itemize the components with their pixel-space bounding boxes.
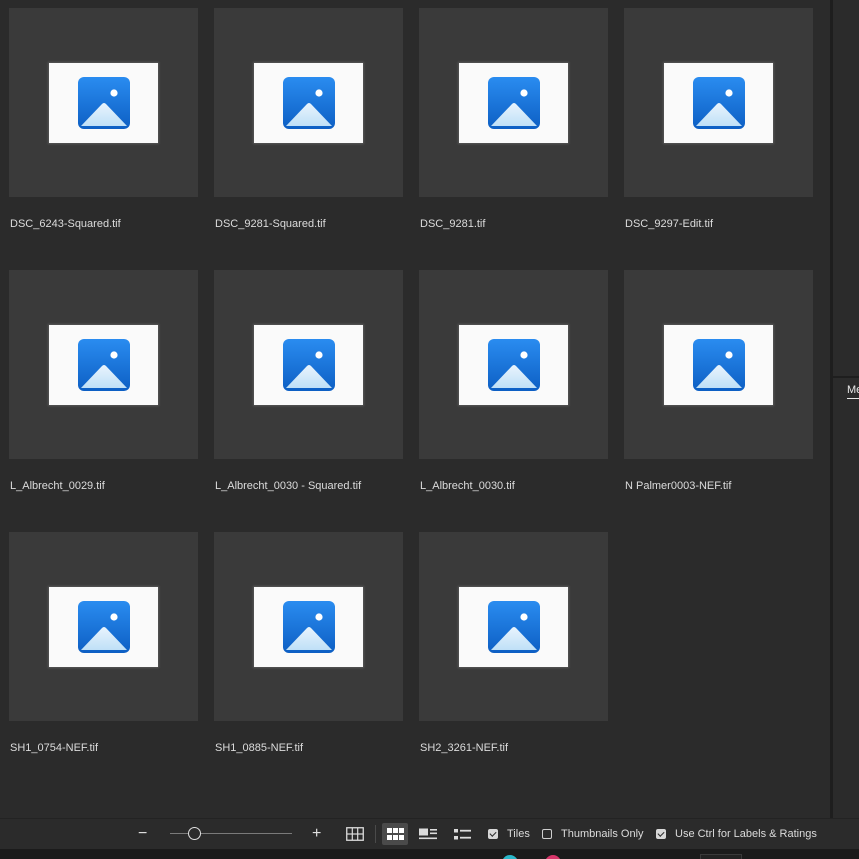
taskbar-app-icon[interactable] bbox=[502, 855, 518, 859]
file-name: L_Albrecht_0029.tif bbox=[10, 480, 105, 492]
file-name: SH2_3261-NEF.tif bbox=[420, 742, 509, 754]
details-view-icon bbox=[419, 828, 437, 840]
image-placeholder-icon bbox=[282, 600, 335, 653]
thumbnail-preview bbox=[459, 324, 568, 405]
thumbnails-only-checkbox-label: Thumbnails Only bbox=[561, 828, 644, 840]
file-thumbnail[interactable] bbox=[624, 8, 813, 197]
image-placeholder-icon bbox=[77, 600, 130, 653]
ctrl-labels-checkbox-box[interactable] bbox=[656, 829, 666, 839]
file-tile[interactable]: DSC_9281.tif bbox=[419, 8, 608, 270]
file-name: DSC_6243-Squared.tif bbox=[10, 218, 121, 230]
grid-view-button[interactable] bbox=[342, 823, 368, 845]
image-placeholder-icon bbox=[487, 76, 540, 129]
zoom-slider-thumb[interactable] bbox=[188, 827, 202, 840]
side-panel-tab[interactable]: Me bbox=[847, 384, 859, 396]
file-thumbnail[interactable] bbox=[624, 270, 813, 459]
file-thumbnail[interactable] bbox=[214, 8, 403, 197]
file-thumbnail[interactable] bbox=[214, 532, 403, 721]
file-thumbnail[interactable] bbox=[419, 270, 608, 459]
side-panel-separator[interactable] bbox=[833, 376, 859, 378]
file-tile[interactable]: SH1_0754-NEF.tif bbox=[9, 532, 198, 794]
file-tile[interactable]: DSC_9281-Squared.tif bbox=[214, 8, 403, 270]
taskbar-strip bbox=[0, 849, 859, 859]
thumbnail-preview bbox=[49, 324, 158, 405]
thumbnail-preview bbox=[664, 62, 773, 143]
file-tile[interactable]: L_Albrecht_0030.tif bbox=[419, 270, 608, 532]
image-placeholder-icon bbox=[282, 338, 335, 391]
file-thumbnail[interactable] bbox=[214, 270, 403, 459]
image-placeholder-icon bbox=[487, 600, 540, 653]
file-tile[interactable]: DSC_6243-Squared.tif bbox=[9, 8, 198, 270]
zoom-out-button[interactable]: − bbox=[138, 819, 147, 849]
tiles-view-button[interactable] bbox=[382, 823, 408, 845]
tiles-checkbox-label: Tiles bbox=[507, 828, 530, 840]
zoom-in-label: + bbox=[312, 825, 322, 842]
file-tile[interactable]: SH1_0885-NEF.tif bbox=[214, 532, 403, 794]
file-tile[interactable]: L_Albrecht_0030 - Squared.tif bbox=[214, 270, 403, 532]
file-thumbnail[interactable] bbox=[419, 8, 608, 197]
details-view-button[interactable] bbox=[415, 823, 441, 845]
file-name: SH1_0754-NEF.tif bbox=[10, 742, 99, 754]
tiles-checkbox[interactable]: Tiles bbox=[488, 819, 530, 849]
thumbnail-grid: DSC_6243-Squared.tif DSC_9281-Squared.tif… bbox=[9, 8, 813, 794]
file-thumbnail[interactable] bbox=[9, 532, 198, 721]
toolbar-separator bbox=[375, 825, 376, 843]
ctrl-labels-checkbox[interactable]: Use Ctrl for Labels & Ratings bbox=[656, 819, 817, 849]
grid-view-icon bbox=[346, 827, 364, 841]
image-placeholder-icon bbox=[77, 76, 130, 129]
file-tile[interactable]: L_Albrecht_0029.tif bbox=[9, 270, 198, 532]
thumbnail-preview bbox=[254, 324, 363, 405]
file-name: DSC_9281.tif bbox=[420, 218, 486, 230]
file-name: L_Albrecht_0030 - Squared.tif bbox=[215, 480, 362, 492]
thumbnail-preview bbox=[254, 62, 363, 143]
image-placeholder-icon bbox=[692, 76, 745, 129]
thumbnail-preview bbox=[664, 324, 773, 405]
file-thumbnail[interactable] bbox=[9, 8, 198, 197]
zoom-out-label: − bbox=[138, 825, 148, 842]
file-tile[interactable]: DSC_9297-Edit.tif bbox=[624, 8, 813, 270]
image-placeholder-icon bbox=[487, 338, 540, 391]
image-placeholder-icon bbox=[282, 76, 335, 129]
tiles-checkbox-box[interactable] bbox=[488, 829, 498, 839]
file-name: N Palmer0003-NEF.tif bbox=[625, 480, 732, 492]
zoom-in-button[interactable]: + bbox=[312, 819, 321, 849]
ctrl-labels-checkbox-label: Use Ctrl for Labels & Ratings bbox=[675, 828, 817, 840]
app-window: DSC_6243-Squared.tif DSC_9281-Squared.tif… bbox=[0, 0, 859, 859]
file-thumbnail[interactable] bbox=[419, 532, 608, 721]
file-name: DSC_9281-Squared.tif bbox=[215, 218, 326, 230]
file-name: SH1_0885-NEF.tif bbox=[215, 742, 304, 754]
list-view-icon bbox=[453, 828, 471, 839]
content-browser: DSC_6243-Squared.tif DSC_9281-Squared.tif… bbox=[0, 0, 830, 818]
thumbnail-preview bbox=[49, 62, 158, 143]
file-tile[interactable]: N Palmer0003-NEF.tif bbox=[624, 270, 813, 532]
thumbnail-preview bbox=[254, 586, 363, 667]
thumbnail-preview bbox=[49, 586, 158, 667]
thumbnail-preview bbox=[459, 586, 568, 667]
thumbnails-only-checkbox-box[interactable] bbox=[542, 829, 552, 839]
thumbnails-only-checkbox[interactable]: Thumbnails Only bbox=[542, 819, 644, 849]
taskbar-app-icon[interactable] bbox=[545, 855, 561, 859]
file-tile[interactable]: SH2_3261-NEF.tif bbox=[419, 532, 608, 794]
side-panel-tab-underline bbox=[847, 398, 859, 399]
thumbnail-preview bbox=[459, 62, 568, 143]
tiles-view-icon bbox=[386, 828, 404, 840]
image-placeholder-icon bbox=[692, 338, 745, 391]
side-panel: Me bbox=[833, 0, 859, 818]
image-placeholder-icon bbox=[77, 338, 130, 391]
file-name: L_Albrecht_0030.tif bbox=[420, 480, 515, 492]
list-view-button[interactable] bbox=[449, 823, 475, 845]
bottom-toolbar: − + Tiles Thumbnails Only Use Ctrl for L… bbox=[0, 818, 859, 850]
file-thumbnail[interactable] bbox=[9, 270, 198, 459]
taskbar-app-icon[interactable] bbox=[700, 854, 742, 859]
file-name: DSC_9297-Edit.tif bbox=[625, 218, 714, 230]
